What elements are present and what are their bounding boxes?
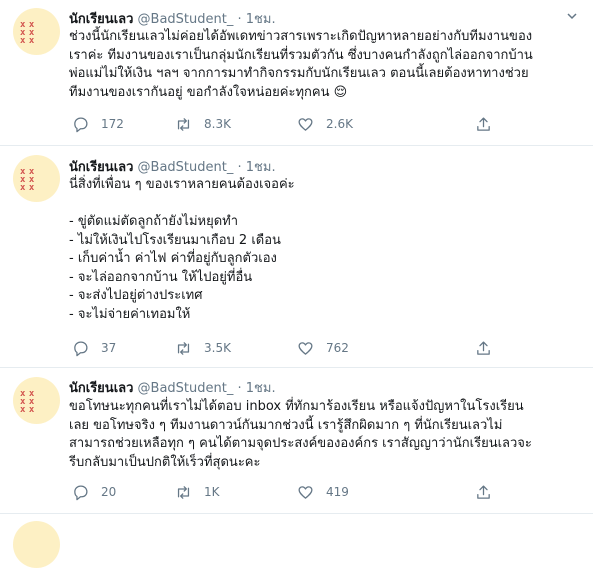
- heart-icon: [298, 341, 313, 355]
- tweet-line: - เก็บค่าน้ำ ค่าไฟ ค่าที่อยู่กับลูกตัวเอ…: [69, 251, 277, 266]
- author-handle[interactable]: @BadStudent_: [138, 160, 234, 175]
- like-button[interactable]: 762: [297, 338, 349, 358]
- tweet-line: - จะส่งไปอยู่ต่างประเทศ: [69, 288, 203, 303]
- share-button[interactable]: [475, 482, 492, 502]
- tweet-line: นี่สิ่งที่เพื่อน ๆ ของเราหลายคนต้องเจอค่…: [69, 177, 295, 192]
- tweet-line: - จะไล่ออกจากบ้าน ให้ไปอยู่ที่อื่น: [69, 269, 253, 285]
- tweet-text: ช่วงนี้นักเรียนเลวไม่ค่อยได้อัพเดทข่าวสา…: [69, 28, 579, 102]
- reply-icon: [74, 116, 88, 132]
- reply-button[interactable]: 20: [72, 482, 116, 502]
- tweet-line: เราค่ะ ทีมงานของเราเป็นกลุ่มนักเรียนที่ร…: [69, 47, 533, 63]
- author-name[interactable]: นักเรียนเลว: [69, 12, 133, 27]
- retweet-button[interactable]: 8.3K: [175, 114, 231, 134]
- heart-icon: [298, 117, 313, 131]
- reply-icon: [74, 340, 88, 356]
- retweet-count: 3.5K: [204, 341, 231, 355]
- avatar[interactable]: [13, 521, 60, 568]
- reply-button[interactable]: 172: [72, 114, 124, 134]
- separator-dot: ·: [237, 381, 242, 396]
- avatar[interactable]: x xx xx x: [13, 377, 60, 424]
- tweet-line: รีบกลับมาเป็นปกติให้เร็วที่สุดนะคะ: [69, 454, 261, 470]
- reply-count: 37: [101, 341, 117, 355]
- like-count: 419: [326, 485, 349, 499]
- retweet-button[interactable]: 1K: [175, 482, 220, 502]
- tweet-header: นักเรียนเลว @BadStudent_ · 1ชม.: [69, 377, 276, 398]
- avatar[interactable]: x xx xx x: [13, 155, 60, 202]
- tweet-line: - จะไม่จ่ายค่าเทอมให้: [69, 306, 191, 322]
- tweet-line: ขอโทษนะทุกคนที่เราไม่ได้ตอบ inbox ที่ทัก…: [69, 399, 524, 414]
- tweet[interactable]: x xx xx x นักเรียนเลว @BadStudent_ · 1ชม…: [0, 0, 593, 146]
- tweet-line: ช่วงนี้นักเรียนเลวไม่ค่อยได้อัพเดทข่าวสา…: [69, 29, 533, 44]
- like-count: 2.6K: [326, 117, 353, 131]
- retweet-icon: [177, 485, 190, 499]
- share-button[interactable]: [475, 114, 492, 134]
- tweet-text: ขอโทษนะทุกคนที่เราไม่ได้ตอบ inbox ที่ทัก…: [69, 398, 579, 472]
- author-handle[interactable]: @BadStudent_: [138, 381, 234, 396]
- tweet-header: นักเรียนเลว @BadStudent_ · 1ชม.: [69, 156, 276, 177]
- author-name[interactable]: นักเรียนเลว: [69, 381, 133, 396]
- tweet-time[interactable]: 1ชม.: [246, 381, 276, 396]
- like-button[interactable]: 419: [297, 482, 349, 502]
- tweet-actions: 20 1K 419: [72, 482, 532, 502]
- heart-icon: [298, 485, 313, 499]
- tweet-line: สามารถช่วยเหลือทุก ๆ คนได้ตามจุดประสงค์ข…: [69, 436, 532, 451]
- like-count: 762: [326, 341, 349, 355]
- tweet-line: - ไม่ให้เงินไปโรงเรียนมาเกือบ 2 เดือน: [69, 232, 281, 248]
- tweet-line: เลย ขอโทษจริง ๆ ทีมงานดาวน์กันมากช่วงนี้…: [69, 417, 503, 433]
- tweet-line: - ขู่ตัดแม่ตัดลูกถ้ายังไม่หยุดทำ: [69, 214, 239, 229]
- share-icon: [477, 340, 490, 355]
- retweet-icon: [177, 117, 190, 131]
- share-icon: [477, 116, 490, 131]
- chevron-down-icon[interactable]: [567, 11, 577, 21]
- reply-count: 172: [101, 117, 124, 131]
- reply-count: 20: [101, 485, 117, 499]
- tweet-actions: 37 3.5K 762: [72, 338, 532, 358]
- like-button[interactable]: 2.6K: [297, 114, 353, 134]
- author-name[interactable]: นักเรียนเลว: [69, 160, 133, 175]
- retweet-count: 1K: [204, 485, 220, 499]
- share-button[interactable]: [475, 338, 492, 358]
- tweet[interactable]: x xx xx x นักเรียนเลว @BadStudent_ · 1ชม…: [0, 146, 593, 368]
- share-icon: [477, 484, 490, 499]
- reply-button[interactable]: 37: [72, 338, 116, 358]
- avatar[interactable]: x xx xx x: [13, 8, 60, 55]
- avatar-logo-icon: x xx xx x: [20, 389, 34, 415]
- tweet-line: พ่อแม่ไม่ให้เงิน ฯลฯ จากการมาทำกิจกรรมกั…: [69, 66, 529, 81]
- tweet-time[interactable]: 1ชม.: [246, 160, 276, 175]
- retweet-count: 8.3K: [204, 117, 231, 131]
- tweet-time[interactable]: 1ชม.: [246, 12, 276, 27]
- retweet-button[interactable]: 3.5K: [175, 338, 231, 358]
- separator-dot: ·: [237, 12, 242, 27]
- tweet-actions: 172 8.3K 2.6K: [72, 114, 532, 134]
- separator-dot: ·: [237, 160, 242, 175]
- tweet[interactable]: x xx xx x นักเรียนเลว @BadStudent_ · 1ชม…: [0, 368, 593, 514]
- avatar-logo-icon: x xx xx x: [20, 20, 34, 46]
- tweet-header: นักเรียนเลว @BadStudent_ · 1ชม.: [69, 8, 276, 29]
- tweet-line: [69, 195, 579, 214]
- avatar-logo-icon: x xx xx x: [20, 167, 34, 193]
- author-handle[interactable]: @BadStudent_: [138, 12, 234, 27]
- tweet-line: ทีมงานของเรากันอยู่ ขอกำลังใจหน่อยค่ะทุก…: [69, 84, 348, 100]
- reply-icon: [74, 484, 88, 500]
- tweet-text: นี่สิ่งที่เพื่อน ๆ ของเราหลายคนต้องเจอค่…: [69, 176, 579, 324]
- retweet-icon: [177, 341, 190, 355]
